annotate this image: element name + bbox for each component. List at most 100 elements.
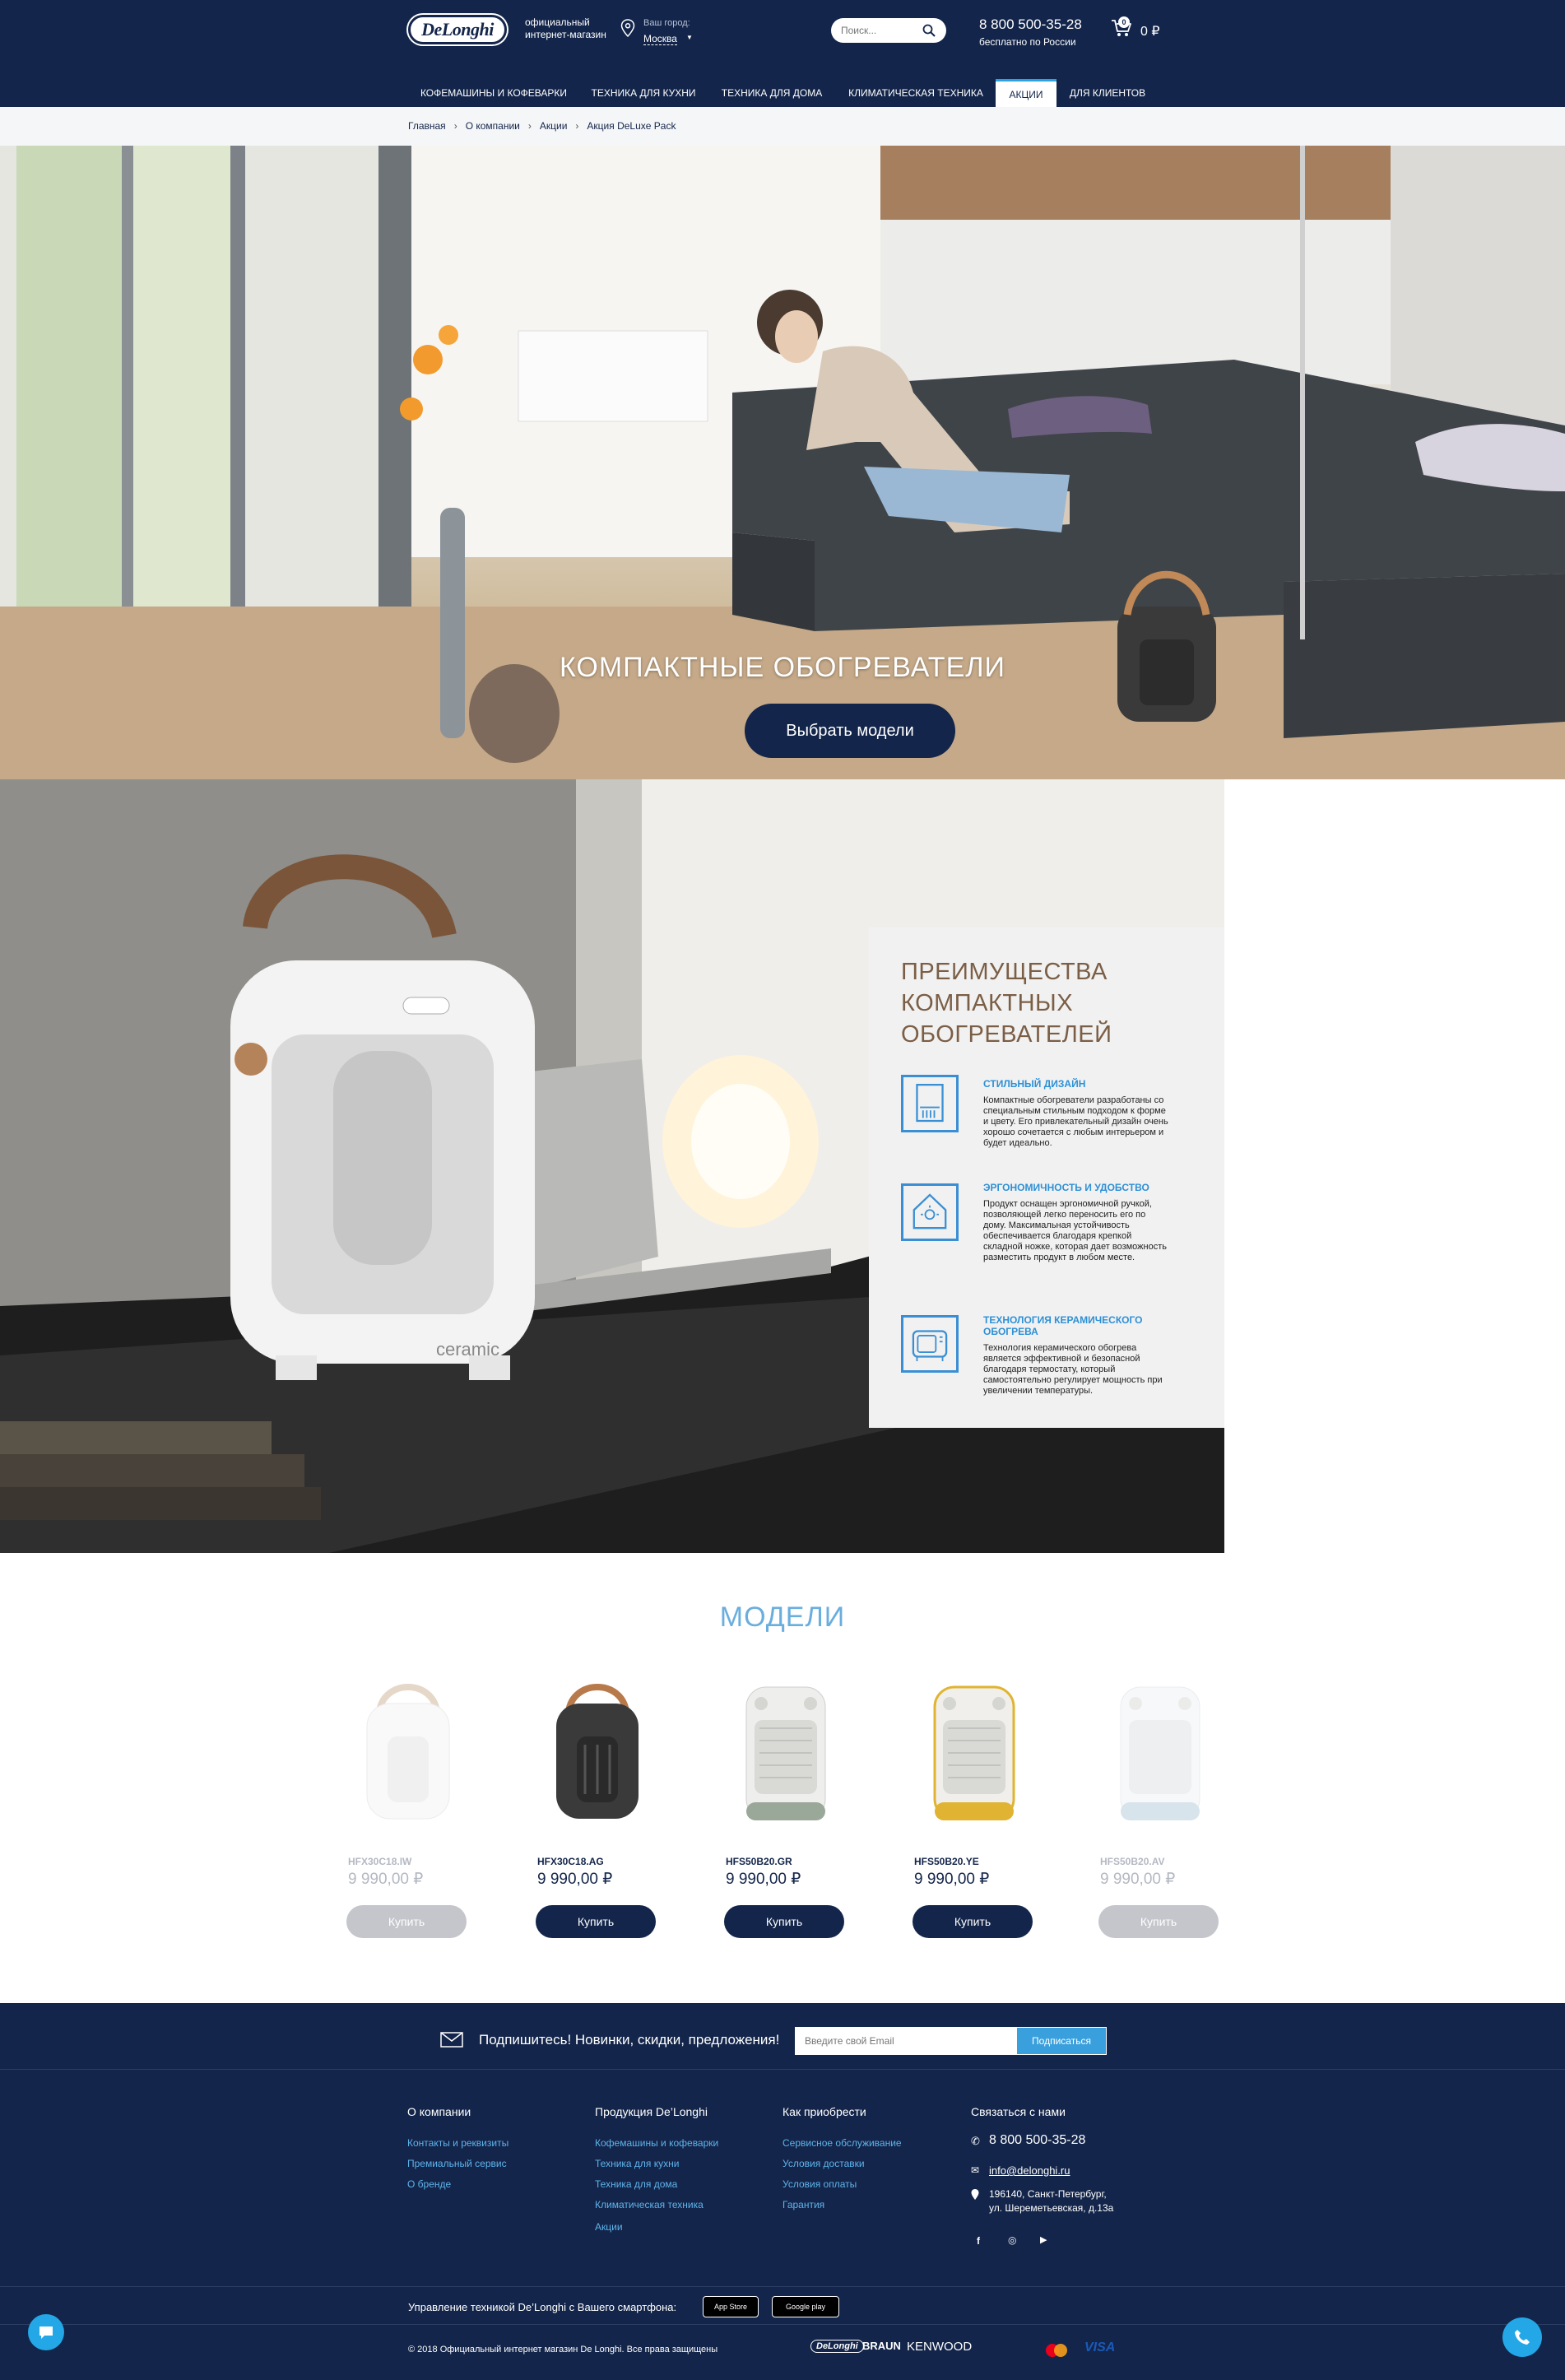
callback-button[interactable] [1502,2317,1542,2357]
feature-text-ergonomics: Продукт оснащен эргономичной ручкой, поз… [983,1199,1167,1262]
buy-button[interactable]: Купить [1098,1905,1219,1938]
footer-link[interactable]: Премиальный сервис [407,2158,507,2169]
phone-icon [1515,2330,1530,2345]
chat-button[interactable] [28,2314,64,2350]
product-name[interactable]: HFS50B20.AV [1100,1856,1164,1867]
footer-email[interactable]: info@delonghi.ru [989,2164,1070,2177]
product-price: 9 990,00 ₽ [914,1871,990,1888]
product-image[interactable] [917,1679,1032,1835]
brand-braun-logo: BRAUN [862,2340,901,2352]
product-image[interactable] [540,1679,655,1835]
footer-link[interactable]: Климатическая техника [595,2199,704,2210]
footer-link[interactable]: Техника для дома [595,2178,677,2190]
footer-link[interactable]: Акции [595,2221,623,2233]
breadcrumb-about[interactable]: О компании [466,120,520,132]
product-price: 9 990,00 ₽ [537,1871,613,1888]
nav-kitchen[interactable]: ТЕХНИКА ДЛЯ КУХНИ [581,79,706,107]
buy-button[interactable]: Купить [724,1905,844,1938]
buy-button[interactable]: Купить [913,1905,1033,1938]
breadcrumb-bar [0,107,1565,146]
cart-total[interactable]: 0 ₽ [1140,23,1160,40]
nav-for-clients[interactable]: ДЛЯ КЛИЕНТОВ [1060,79,1155,107]
nav-promotions[interactable]: АКЦИИ [996,79,1056,107]
chevron-right-icon: › [453,120,457,132]
google-play-badge[interactable]: Google play [772,2296,839,2317]
footer-link[interactable]: О бренде [407,2178,451,2190]
hero-image [0,146,1565,779]
product-accent [1121,1802,1200,1820]
footer-address-line1: 196140, Санкт-Петербург, [989,2188,1107,2200]
footer-link[interactable]: Сервисное обслуживание [782,2137,902,2149]
product-name[interactable]: HFX30C18.IW [348,1856,411,1867]
product-card: HFX30C18.AG 9 990,00 ₽ Купить [536,1679,659,1950]
instagram-icon[interactable]: ◎ [1008,2234,1016,2246]
search-icon[interactable] [922,23,936,38]
ergonomic-home-icon [901,1183,959,1241]
footer-link[interactable]: Условия оплаты [782,2178,857,2190]
subscribe-button[interactable]: Подписаться [1016,2027,1107,2055]
chevron-right-icon: › [575,120,579,132]
product-name[interactable]: HFS50B20.YE [914,1856,979,1867]
footer-link[interactable]: Кофемашины и кофеварки [595,2137,718,2149]
visa-logo: VISA [1084,2340,1116,2354]
feature-text-ceramic: Технология керамического обогрева являет… [983,1343,1163,1396]
product-price: 9 990,00 ₽ [348,1871,424,1888]
facebook-icon[interactable]: f [977,2235,980,2247]
footer-address-line2: ул. Шереметьевская, д.13а [989,2202,1114,2214]
city-selector[interactable]: Москва [643,33,677,45]
buy-button[interactable]: Купить [346,1905,467,1938]
chat-icon [39,2327,53,2339]
search-input[interactable] [841,23,919,38]
youtube-icon[interactable]: ▶ [1040,2234,1047,2245]
stylish-design-icon [901,1075,959,1132]
product-name[interactable]: HFS50B20.GR [726,1856,792,1867]
app-promo-text: Управление техникой De’Longhi с Вашего с… [408,2301,677,2313]
hero-banner [0,146,1565,779]
breadcrumb: Главная › О компании › Акции › Акция DeL… [408,120,676,132]
product-image[interactable] [1103,1679,1218,1835]
email-field[interactable] [795,2027,1017,2055]
product-card: HFS50B20.AV 9 990,00 ₽ Купить [1098,1679,1222,1950]
header-phone[interactable]: 8 800 500-35-28 [979,16,1082,33]
header-phone-note: бесплатно по России [979,36,1076,48]
nav-climate[interactable]: КЛИМАТИЧЕСКАЯ ТЕХНИКА [838,79,994,107]
feature-title-ceramic: ТЕХНОЛОГИЯ КЕРАМИЧЕСКОГО ОБОГРЕВА [983,1314,1143,1337]
chevron-right-icon: › [527,120,532,132]
location-pin-icon [620,19,635,37]
footer-link[interactable]: Контакты и реквизиты [407,2137,509,2149]
copyright: © 2018 Официальный интернет магазин De L… [408,2345,718,2354]
footer-link[interactable]: Условия доставки [782,2158,865,2169]
chevron-down-icon[interactable]: ▼ [686,34,693,41]
choose-models-button[interactable]: Выбрать модели [745,704,955,758]
buy-button[interactable]: Купить [536,1905,656,1938]
product-image[interactable] [728,1679,843,1835]
location-pin-icon [971,2189,979,2200]
tagline: официальный интернет-магазин [525,16,606,40]
divider [0,2069,1565,2070]
nav-home[interactable]: ТЕХНИКА ДЛЯ ДОМА [709,79,834,107]
brand-delonghi-logo: DeLonghi [810,2340,864,2353]
product-accent [746,1802,825,1820]
feature-text-design: Компактные обогреватели разработаны со с… [983,1095,1168,1148]
nav-coffee-machines[interactable]: КОФЕМАШИНЫ И КОФЕВАРКИ [408,79,579,107]
product-image[interactable] [351,1679,466,1835]
divider [0,2286,1565,2287]
divider [0,2324,1565,2325]
breadcrumb-home[interactable]: Главная [408,120,446,132]
product-card: HFS50B20.YE 9 990,00 ₽ Купить [913,1679,1036,1950]
benefits-title: ПРЕИМУЩЕСТВА КОМПАКТНЫХ ОБОГРЕВАТЕЛЕЙ [901,959,1112,1048]
footer-col-title-company: О компании [407,2105,471,2118]
footer-link[interactable]: Гарантия [782,2199,824,2210]
footer-phone[interactable]: 8 800 500-35-28 [989,2133,1085,2148]
breadcrumb-promotions[interactable]: Акции [540,120,568,132]
mail-icon: ✉ [971,2164,980,2176]
product-price: 9 990,00 ₽ [1100,1871,1176,1888]
ceramic-heater-icon [901,1315,959,1373]
product-name[interactable]: HFX30C18.AG [537,1856,604,1867]
app-store-badge[interactable]: App Store [703,2296,759,2317]
logo-text: DeLonghi [421,19,494,40]
footer-link[interactable]: Техника для кухни [595,2158,679,2169]
delonghi-logo[interactable]: DeLonghi [408,15,507,44]
product-card: HFS50B20.GR 9 990,00 ₽ Купить [724,1679,848,1950]
subscribe-text: Подпишитесь! Новинки, скидки, предложени… [479,2032,780,2048]
